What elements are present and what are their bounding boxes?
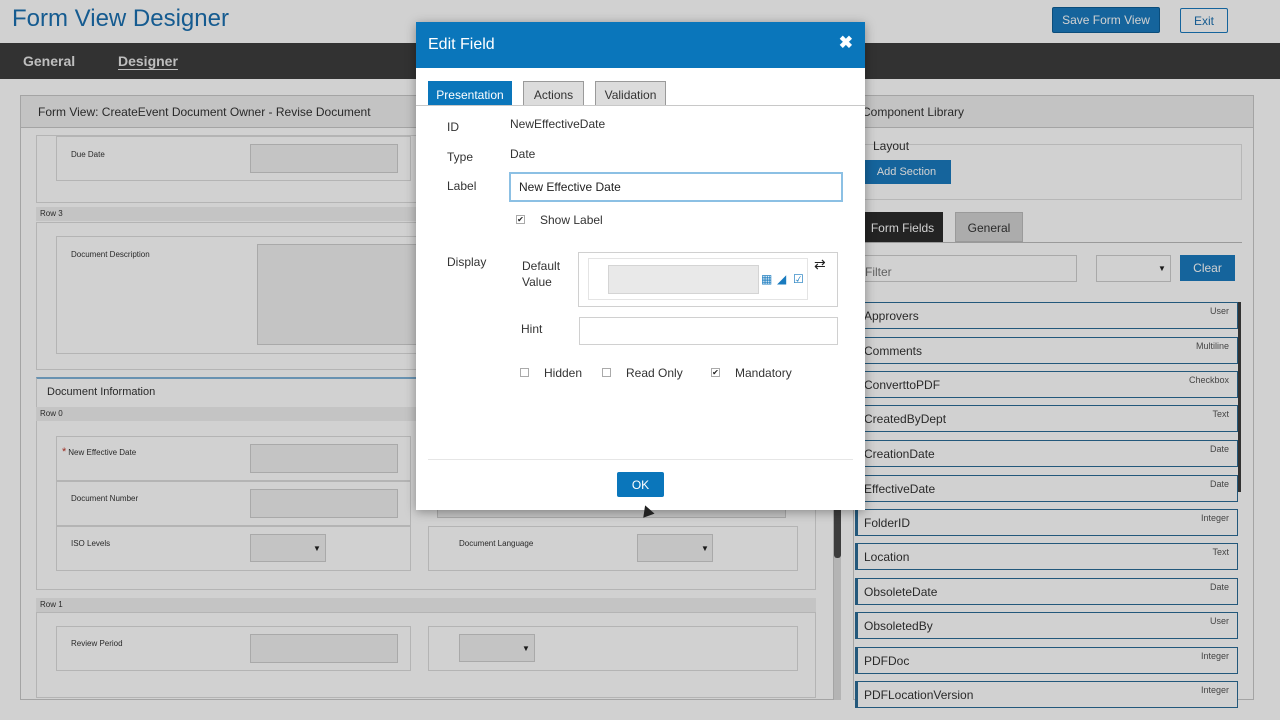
default-value-label: Default Value — [522, 259, 561, 289]
tab-validation[interactable]: Validation — [595, 81, 666, 106]
dialog-title: Edit Field — [428, 36, 495, 53]
id-value: NewEffectiveDate — [510, 117, 606, 131]
calendar-check-icon[interactable]: ☑ — [793, 272, 804, 286]
show-label-checkbox[interactable]: ✔ — [516, 215, 525, 224]
read-only-checkbox[interactable] — [602, 368, 611, 377]
read-only-label: Read Only — [626, 366, 683, 380]
type-label: Type — [447, 150, 474, 164]
type-value: Date — [510, 147, 536, 161]
label-input[interactable] — [509, 172, 843, 202]
close-icon[interactable]: ✖ — [839, 33, 853, 53]
hint-label: Hint — [521, 322, 543, 336]
id-label: ID — [447, 120, 459, 134]
label-label: Label — [447, 179, 477, 193]
mandatory-label: Mandatory — [735, 366, 792, 380]
eraser-icon[interactable]: ◢ — [777, 272, 786, 286]
tab-presentation[interactable]: Presentation — [428, 81, 512, 106]
mandatory-checkbox[interactable]: ✔ — [711, 368, 720, 377]
display-label: Display — [447, 255, 487, 269]
tab-actions[interactable]: Actions — [523, 81, 584, 106]
hidden-label: Hidden — [544, 366, 583, 380]
swap-icon[interactable]: ⇄ — [814, 256, 826, 273]
hidden-checkbox[interactable] — [520, 368, 529, 377]
dialog-header: Edit Field ✖ — [416, 22, 865, 68]
show-label-text: Show Label — [540, 213, 603, 227]
default-value-input[interactable] — [608, 265, 759, 294]
edit-field-dialog: Edit Field ✖ Presentation Actions Valida… — [416, 22, 865, 510]
hint-input[interactable] — [579, 317, 838, 345]
dialog-footer-divider — [428, 459, 853, 460]
ok-button[interactable]: OK — [617, 472, 664, 497]
tab-divider — [416, 105, 865, 106]
calendar-icon[interactable]: ▦ — [761, 272, 772, 286]
